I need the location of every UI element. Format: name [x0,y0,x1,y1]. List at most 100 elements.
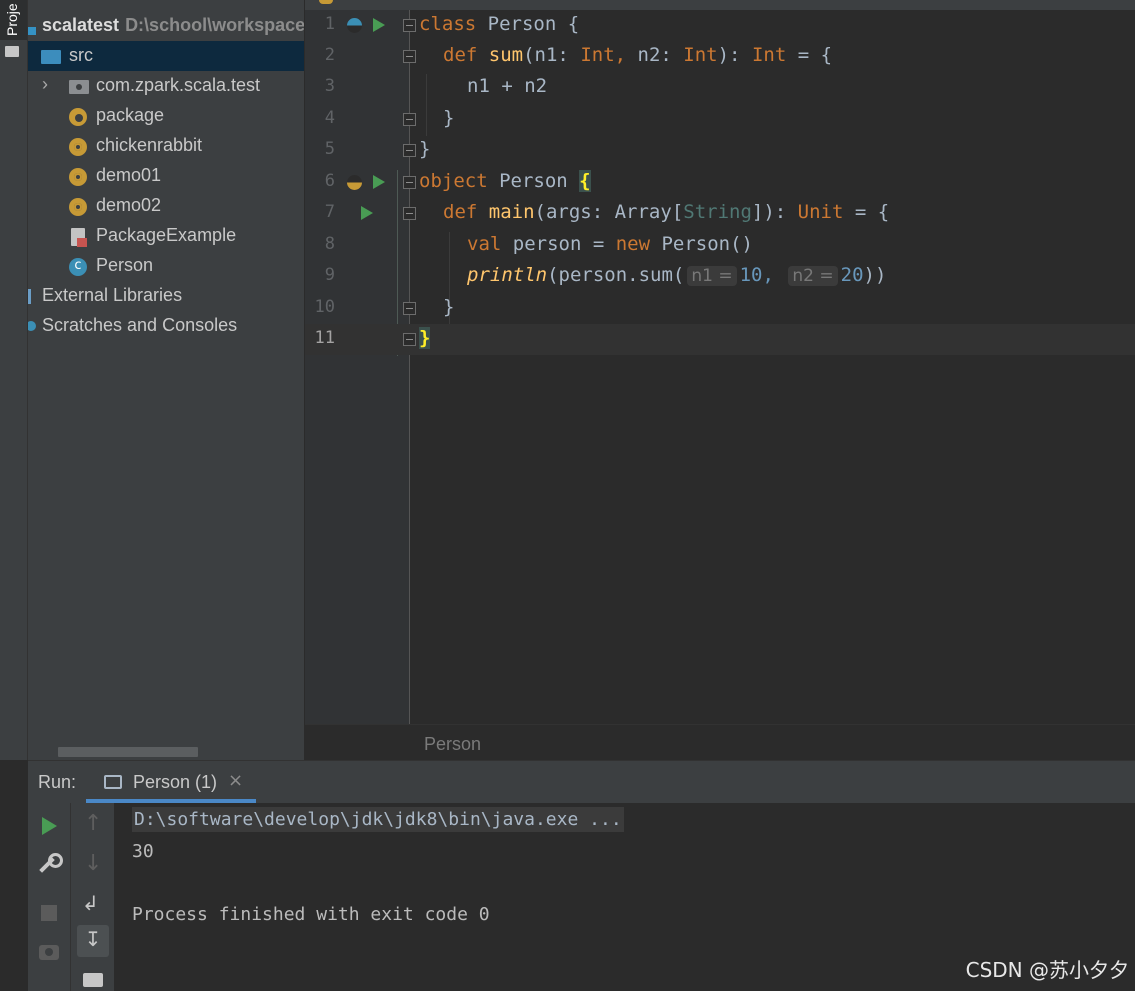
line-number: 3 [324,76,335,96]
function-name: sum [488,44,524,66]
camera-icon[interactable] [39,945,59,960]
arrow-down-icon[interactable]: ↓ [84,851,112,879]
fold-icon[interactable] [403,113,416,126]
tree-item-src[interactable]: src [28,41,304,71]
tree-item-demo02[interactable]: demo02 [28,191,304,221]
code-text: } [443,107,455,129]
tree-root-scalatest[interactable]: scalatest D:\school\workspace [28,11,304,41]
tree-item-label: com.zpark.scala.test [96,75,261,95]
watermark: CSDN @苏小夕夕 [965,958,1129,982]
rerun-icon[interactable] [42,817,57,835]
close-icon[interactable]: × [228,770,243,791]
code-line-5[interactable]: 5 } [305,135,1135,166]
code-line-9[interactable]: 9 println(person.sum(n1 = 10, n2 = 20)) [305,261,1135,292]
code-text: val person = new Person() [467,233,753,255]
fold-icon[interactable] [403,50,416,63]
run-gutter-icon[interactable] [373,18,385,32]
type-name: Int [683,44,718,66]
function-name: println [467,264,548,286]
code-line-8[interactable]: 8 val person = new Person() [305,230,1135,261]
tree-item-label: Scratches and Consoles [42,315,238,335]
code-line-1[interactable]: 1 class Person { [305,10,1135,41]
line-number: 4 [324,108,335,128]
stop-icon[interactable] [41,905,57,921]
breadcrumb-item[interactable]: Person [424,734,481,755]
code-text: n1 + n2 [467,75,548,97]
editor-tab-indicator[interactable] [319,0,333,4]
arrow-up-icon[interactable]: ↑ [84,811,112,839]
print-icon[interactable] [83,973,103,987]
implemented-icon[interactable] [347,175,362,190]
fold-icon[interactable] [403,144,416,157]
code-line-11[interactable]: 11 } [305,324,1135,355]
project-panel: scalatest D:\school\workspace src › com.z… [28,0,304,760]
scala-file-icon [71,228,87,247]
code-line-10[interactable]: 10 } [305,293,1135,324]
tree-item-package-folder[interactable]: › com.zpark.scala.test [28,71,304,101]
code-line-2[interactable]: 2 def sum(n1: Int, n2: Int): Int = { [305,41,1135,72]
type-name: Unit [797,201,844,223]
code-segment: ): [717,44,752,66]
code-text: def main(args: Array[String]): Unit = { [443,201,889,223]
run-gutter-icon[interactable] [361,206,373,220]
number-literal: 20 [840,264,864,286]
folder-icon[interactable] [5,46,19,57]
fold-icon[interactable] [403,302,416,315]
run-tab[interactable]: Person (1) × [86,761,256,803]
implemented-icon[interactable] [347,18,362,33]
code-segment: person = [501,233,616,255]
fold-icon[interactable] [403,333,416,346]
code-segment: (args: Array[ [534,201,684,223]
code-line-3[interactable]: 3 n1 + n2 [305,72,1135,103]
tree-item-package[interactable]: package [28,101,304,131]
tree-item-packageexample[interactable]: PackageExample [28,221,304,251]
code-text: } [419,327,431,349]
line-number: 10 [314,297,335,317]
line-number: 7 [324,202,335,222]
editor-tab-strip [305,0,1135,10]
project-horizontal-scrollbar[interactable] [58,747,198,757]
fold-icon[interactable] [403,176,416,189]
soft-wrap-icon[interactable]: ↲ [82,891,110,919]
source-folder-icon [41,50,61,64]
tree-item-chickenrabbit[interactable]: chickenrabbit [28,131,304,161]
tree-item-external-libraries[interactable]: External Libraries [28,281,304,311]
keyword-class: class [419,13,477,35]
tree-item-person[interactable]: Person [28,251,304,281]
line-number: 2 [324,45,335,65]
project-tool-label[interactable]: Proje [4,3,20,36]
keyword-def: def [443,44,478,66]
run-label: Run: [38,772,77,792]
code-line-4[interactable]: 4 } [305,104,1135,135]
fold-icon[interactable] [403,207,416,220]
run-toolbar-primary [28,803,70,991]
code-text: def sum(n1: Int, n2: Int): Int = { [443,44,832,66]
wrench-icon[interactable] [35,851,63,879]
code-line-6[interactable]: 6 object Person { [305,167,1135,198]
matched-brace: { [579,170,591,192]
tree-item-label: External Libraries [42,285,183,305]
code-line-7[interactable]: 7 def main(args: Array[String]): Unit = … [305,198,1135,229]
fold-icon[interactable] [403,19,416,32]
code-text: } [419,138,431,160]
chevron-right-icon[interactable]: › [42,74,48,95]
line-number: 5 [324,139,335,159]
scratches-icon [28,321,36,331]
code-segment: = { [786,44,833,66]
run-tab-label: Person (1) [133,772,218,792]
tree-item-label: package [96,105,165,125]
console-command-line[interactable]: D:\software\develop\jdk\jdk8\bin\java.ex… [132,807,624,832]
line-number: 9 [324,265,335,285]
type-name: String [683,201,752,223]
scala-class-icon [69,257,87,276]
code-segment: (person.sum( [547,264,685,286]
tree-item-scratches[interactable]: Scratches and Consoles [28,311,304,341]
libraries-icon [28,289,31,304]
tree-item-demo01[interactable]: demo01 [28,161,304,191]
scroll-to-end-icon[interactable]: ↧ [77,925,109,957]
code-editor[interactable]: 1 class Person { 2 def sum(n1: Int, n2: … [305,0,1135,760]
scala-object-icon [69,138,87,156]
run-gutter-icon[interactable] [373,175,385,189]
tree-item-label: src [69,45,93,65]
tree-item-label: chickenrabbit [96,135,203,155]
